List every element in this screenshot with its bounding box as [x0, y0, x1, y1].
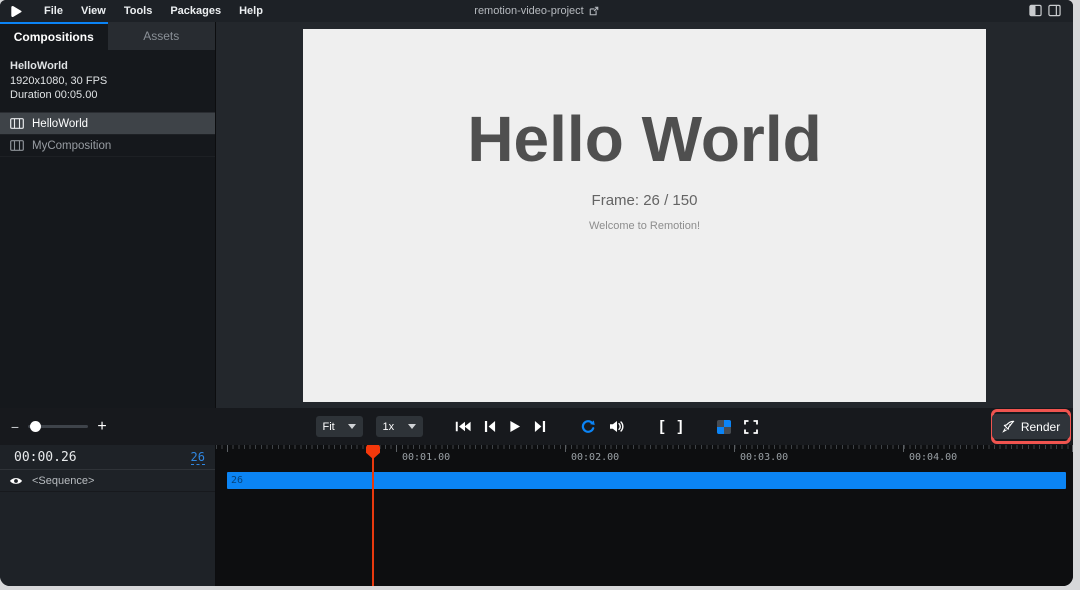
rocket-icon: [1002, 420, 1015, 433]
composition-item-label: HelloWorld: [32, 118, 88, 130]
canvas-size-value: Fit: [323, 421, 335, 433]
timeline-zoom-out-button[interactable]: −: [10, 419, 20, 435]
volume-icon[interactable]: [609, 420, 624, 433]
composition-item-label: MyComposition: [32, 140, 111, 152]
composition-info-duration: Duration 00:05.00: [10, 88, 205, 102]
timeline-zoom-in-button[interactable]: +: [96, 418, 108, 436]
playhead-line: [372, 445, 374, 586]
chevron-down-icon: [348, 424, 356, 429]
sidebar-tabs: Compositions Assets: [0, 22, 215, 50]
canvas-title: Hello World: [303, 107, 986, 171]
timeline-track-area[interactable]: 00:01.00 00:02.00 00:03.00 00:04.00 26: [216, 445, 1073, 586]
timeline-panel: 00:00.26 26 <Sequence> 00:01.00 00:02.00…: [0, 445, 1073, 586]
skip-to-start-button[interactable]: [455, 420, 471, 433]
tab-assets[interactable]: Assets: [108, 22, 216, 50]
composition-info-resolution: 1920x1080, 30 FPS: [10, 74, 205, 88]
video-canvas[interactable]: Hello World Frame: 26 / 150 Welcome to R…: [303, 29, 986, 402]
render-button[interactable]: Render: [992, 414, 1070, 439]
composition-item-mycomposition[interactable]: MyComposition: [0, 135, 215, 157]
tab-compositions[interactable]: Compositions: [0, 22, 108, 50]
timeline-zoom-slider[interactable]: [28, 425, 88, 428]
set-in-point-button[interactable]: [: [660, 419, 665, 434]
ruler-label-2s: 00:02.00: [571, 452, 619, 463]
timeline-zoom-slider-thumb[interactable]: [30, 421, 41, 432]
toggle-left-panel-icon[interactable]: [1029, 4, 1042, 17]
project-title-text: remotion-video-project: [474, 5, 583, 17]
timeline-ruler-major-ticks: [216, 445, 1073, 452]
ruler-label-1s: 00:01.00: [402, 452, 450, 463]
ruler-label-3s: 00:03.00: [740, 452, 788, 463]
composition-info-name: HelloWorld: [10, 59, 205, 73]
menu-bar: File View Tools Packages Help remotion-v…: [0, 0, 1073, 22]
sequence-layer-label: <Sequence>: [32, 475, 94, 487]
left-sidebar: Compositions Assets HelloWorld 1920x1080…: [0, 22, 216, 408]
sequence-track-duration-label: 26: [227, 475, 243, 486]
film-icon: [10, 118, 24, 129]
canvas-size-dropdown[interactable]: Fit: [316, 416, 363, 437]
transparency-checkerboard-toggle[interactable]: [717, 420, 731, 434]
previous-frame-button[interactable]: [484, 420, 496, 433]
render-button-label: Render: [1021, 420, 1060, 434]
fullscreen-button[interactable]: [744, 420, 758, 434]
current-frame-input[interactable]: 26: [191, 450, 205, 465]
visibility-eye-icon[interactable]: [9, 476, 23, 486]
menu-view[interactable]: View: [72, 5, 115, 17]
set-out-point-button[interactable]: ]: [678, 419, 683, 434]
render-button-highlight-annotation: Render: [991, 409, 1071, 444]
sequence-track-bar[interactable]: 26: [227, 472, 1066, 489]
composition-info: HelloWorld 1920x1080, 30 FPS Duration 00…: [0, 50, 215, 113]
timecode-display: 00:00.26: [14, 450, 77, 465]
menu-tools[interactable]: Tools: [115, 5, 162, 17]
canvas-frame-counter: Frame: 26 / 150: [303, 192, 986, 209]
next-frame-button[interactable]: [534, 420, 546, 433]
ruler-label-4s: 00:04.00: [909, 452, 957, 463]
play-button[interactable]: [509, 420, 521, 433]
sequence-layer-row[interactable]: <Sequence>: [0, 470, 215, 492]
menu-packages[interactable]: Packages: [161, 5, 230, 17]
playback-speed-dropdown[interactable]: 1x: [376, 416, 423, 437]
chevron-down-icon: [408, 424, 416, 429]
playhead-handle[interactable]: [366, 445, 380, 459]
timeline-left-panel: 00:00.26 26 <Sequence>: [0, 445, 216, 586]
remotion-studio-window: File View Tools Packages Help remotion-v…: [0, 0, 1073, 586]
preview-stage: Hello World Frame: 26 / 150 Welcome to R…: [216, 22, 1073, 408]
loop-toggle-icon[interactable]: [580, 420, 596, 434]
playback-speed-value: 1x: [383, 421, 395, 433]
menu-file[interactable]: File: [35, 5, 72, 17]
playback-toolbar: − + Fit 1x: [0, 408, 1073, 445]
composition-item-helloworld[interactable]: HelloWorld: [0, 113, 215, 135]
external-link-icon[interactable]: [589, 6, 599, 16]
canvas-subtitle: Welcome to Remotion!: [303, 220, 986, 232]
remotion-logo-icon: [10, 5, 23, 18]
film-icon: [10, 140, 24, 151]
toggle-right-panel-icon[interactable]: [1048, 4, 1061, 17]
menu-help[interactable]: Help: [230, 5, 272, 17]
